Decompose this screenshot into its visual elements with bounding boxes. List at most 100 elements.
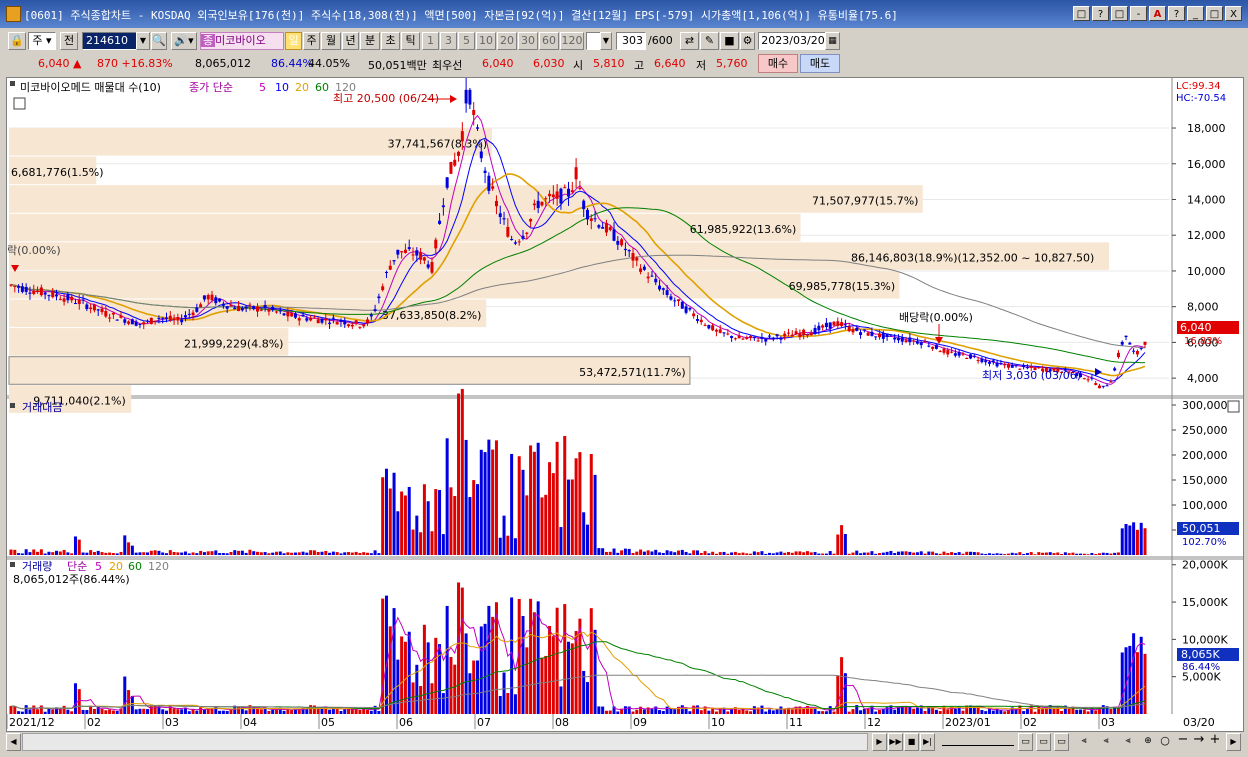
sell-button[interactable]: 매도 (800, 54, 840, 73)
panel-maximize-icon[interactable] (1227, 400, 1240, 413)
close-button[interactable]: X (1225, 6, 1242, 21)
scroll-right-icon[interactable]: ▶ (1226, 733, 1241, 751)
amount-bar (1075, 553, 1079, 555)
zoom-fit-icon[interactable]: → (1192, 732, 1206, 750)
amount-bar (1067, 553, 1071, 555)
candle-body (1132, 350, 1136, 352)
minimize-button[interactable]: _ (1187, 6, 1204, 21)
buy-button[interactable]: 매수 (758, 54, 798, 73)
candle-body (426, 264, 430, 268)
arrows-icon[interactable]: ⇄ (680, 32, 699, 50)
amount-bar (195, 553, 199, 555)
interval-1[interactable]: 1 (422, 32, 439, 50)
grid-toggle-icon[interactable] (13, 97, 26, 110)
settings-icon[interactable]: ⚙ (740, 32, 755, 50)
play-icon[interactable]: ▶ (872, 733, 887, 751)
amount-bar (934, 553, 938, 555)
save-icon[interactable]: ■ (720, 32, 739, 50)
candle-body (623, 248, 627, 251)
amount-bar (1128, 525, 1132, 555)
help-icon[interactable]: ? (1092, 6, 1109, 21)
tab-day[interactable]: 일 (285, 32, 302, 50)
amount-bar (821, 553, 825, 555)
fast-forward-icon[interactable]: ▶| (920, 733, 935, 751)
period-select[interactable]: 주 ▾ (28, 32, 56, 50)
stock-chart-svg[interactable]: 37,741,567(8.3%) 6,681,776(1.5%) 71,507,97… (7, 77, 1243, 715)
candle-body (673, 300, 677, 302)
amount-bar (726, 553, 730, 555)
play-fast-icon[interactable]: ▶▶ (888, 733, 903, 751)
chart-area[interactable]: 37,741,567(8.3%) 6,681,776(1.5%) 71,507,97… (6, 77, 1244, 716)
interval-10[interactable]: 10 (476, 32, 496, 50)
interval-3[interactable]: 3 (440, 32, 457, 50)
amount-bar (658, 552, 662, 555)
tab-second[interactable]: 초 (381, 32, 400, 50)
tab-month[interactable]: 월 (321, 32, 341, 50)
amount-bar (517, 456, 521, 555)
chart-type-icon-2[interactable]: ⫷ (1096, 733, 1116, 751)
speaker-icon[interactable]: 🔊▾ (171, 32, 197, 50)
amount-last-label: 50,051 (1182, 522, 1221, 535)
candle-body (475, 127, 479, 129)
scrollbar-track[interactable] (22, 733, 868, 751)
candle-body (1010, 364, 1014, 368)
link-icon[interactable]: □ (1073, 6, 1090, 21)
amount-bar (1060, 554, 1064, 555)
calendar-icon[interactable]: ▦ (825, 32, 840, 50)
prev-button[interactable]: 전 (60, 32, 78, 50)
view-icon-2[interactable]: ▭ (1036, 733, 1051, 751)
tab-minute[interactable]: 분 (360, 32, 380, 50)
lock-icon[interactable]: 🔒 (8, 32, 26, 50)
zoom-in-icon[interactable]: + (1208, 732, 1222, 750)
candle-body (654, 278, 658, 283)
amount-bar (259, 552, 263, 555)
stock-name[interactable]: 종 미코바이오 (200, 32, 284, 50)
date-input[interactable]: 2023/03/20 (758, 32, 828, 50)
x-axis-label: 02 (1023, 716, 1037, 729)
tab-year[interactable]: 년 (342, 32, 359, 50)
candle-body (620, 239, 624, 246)
view-icon-3[interactable]: ▭ (1054, 733, 1069, 751)
view-icon-1[interactable]: ▭ (1018, 733, 1033, 751)
candle-body (252, 305, 256, 310)
candle-body (695, 319, 699, 321)
candle-body (1139, 348, 1143, 350)
interval-dropdown-icon[interactable]: ▼ (600, 32, 612, 50)
scroll-left-icon[interactable]: ◀ (6, 733, 21, 751)
high-annotation: 최고 20,500 (06/24) (333, 92, 439, 105)
x-axis-label: 05 (321, 716, 335, 729)
candle-body (274, 311, 278, 313)
crosshair-icon[interactable]: ⊕ (1140, 733, 1156, 751)
tab-tick[interactable]: 틱 (401, 32, 420, 50)
zoom-icon[interactable]: ○ (1158, 733, 1172, 751)
lc-label: LC:99.34 (1176, 81, 1221, 92)
stop-icon[interactable]: ■ (904, 733, 919, 751)
interval-60[interactable]: 60 (539, 32, 559, 50)
code-dropdown-icon[interactable]: ▼ (136, 32, 150, 50)
maximize-button[interactable]: □ (1206, 6, 1223, 21)
chart-type-icon-3[interactable]: ⫷ (1118, 733, 1138, 751)
interval-20[interactable]: 20 (497, 32, 517, 50)
interval-5[interactable]: 5 (458, 32, 475, 50)
amount-bar (900, 551, 904, 555)
interval-30[interactable]: 30 (518, 32, 538, 50)
count-input[interactable]: 303 (616, 32, 646, 50)
amount-bar (111, 553, 115, 555)
candle-body (984, 360, 988, 363)
tab-week[interactable]: 주 (303, 32, 320, 50)
code-input[interactable]: 214610 (82, 32, 138, 50)
info-icon[interactable]: ? (1168, 6, 1185, 21)
candle-body (726, 333, 730, 335)
candle-body (415, 250, 419, 256)
pin-icon[interactable]: - (1130, 6, 1147, 21)
zoom-out-icon[interactable]: − (1176, 732, 1190, 750)
amount-bar (301, 551, 305, 555)
speed-slider[interactable] (942, 736, 1014, 746)
interval-120[interactable]: 120 (560, 32, 584, 50)
search-icon[interactable]: 🔍 (151, 32, 167, 50)
screen-icon[interactable]: □ (1111, 6, 1128, 21)
amount-bar (893, 553, 897, 555)
chart-type-icon-1[interactable]: ⫷ (1074, 733, 1094, 751)
font-icon[interactable]: A (1149, 6, 1166, 21)
tools-icon[interactable]: ✎ (700, 32, 719, 50)
